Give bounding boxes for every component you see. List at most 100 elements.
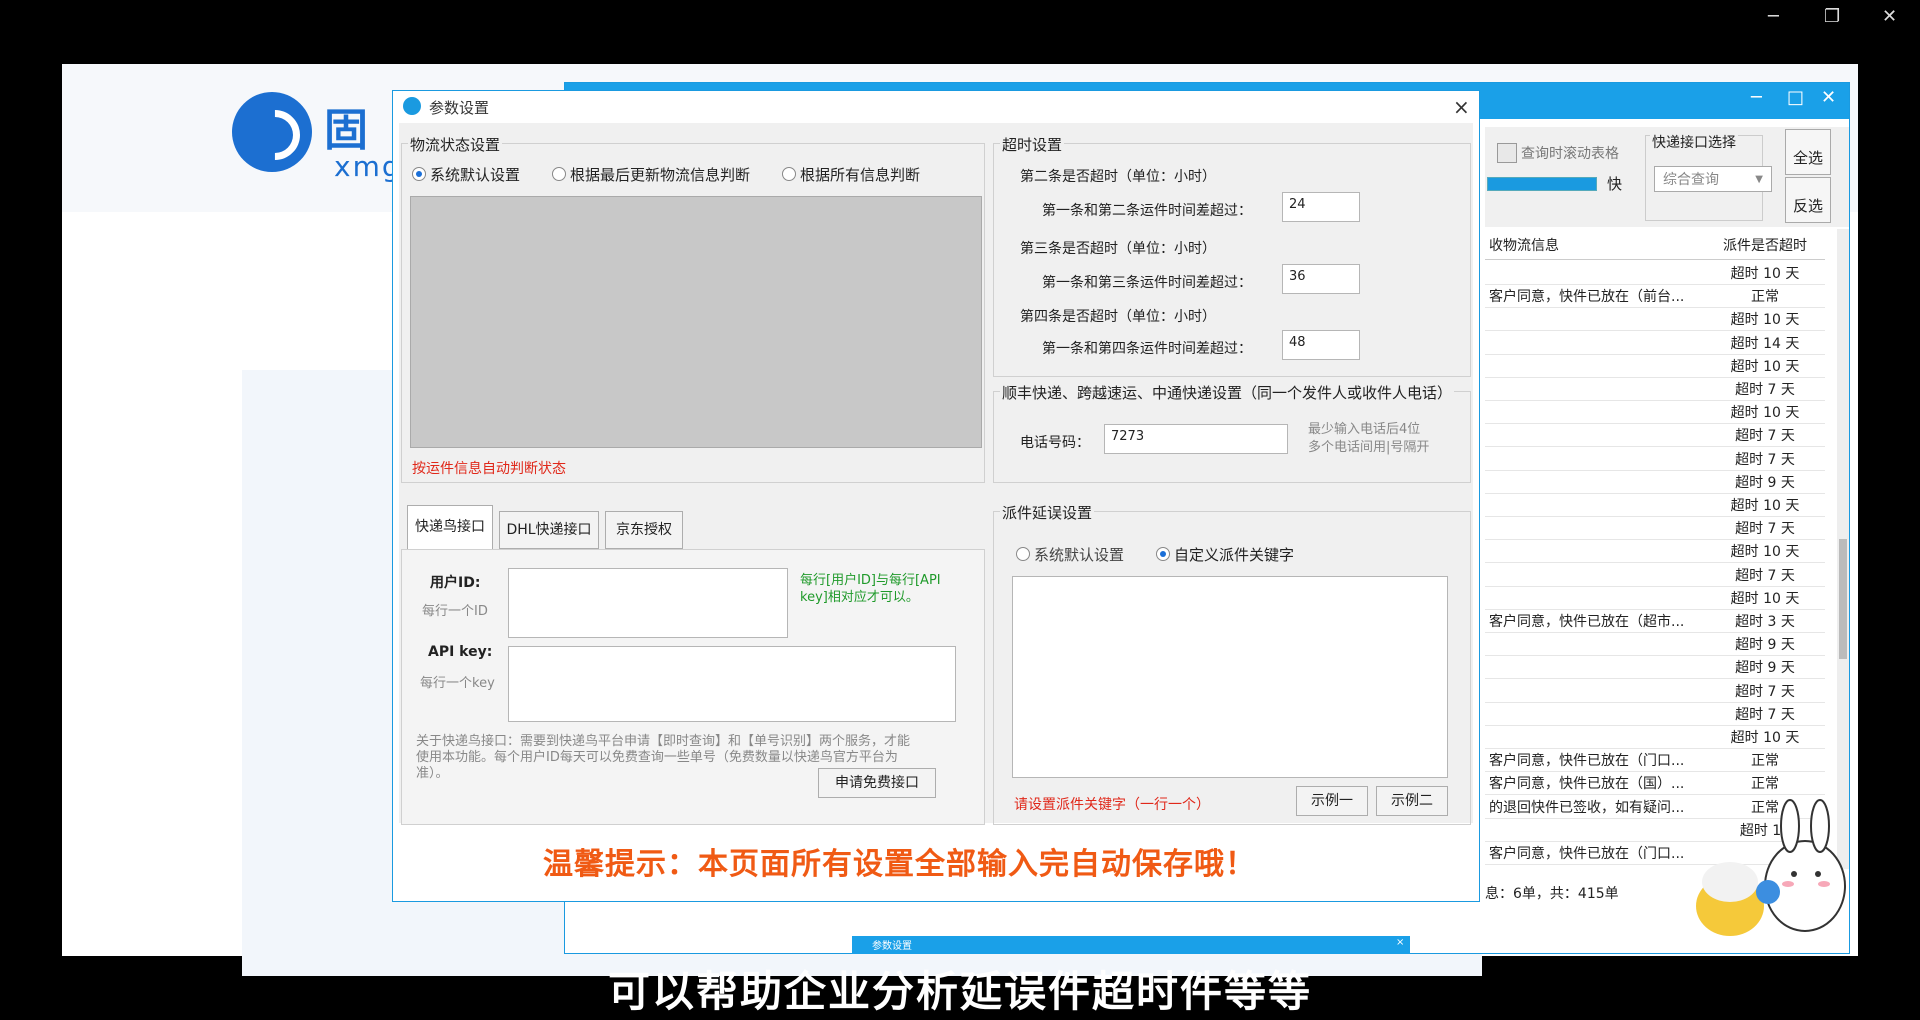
row-timeout-cell: 超时 9 天 [1735, 660, 1795, 677]
table-row[interactable]: 超时 10 天 [1485, 354, 1825, 378]
row-timeout-cell: 超时 7 天 [1735, 683, 1795, 700]
timeout-q2-label: 第一条和第二条运件时间差超过： [1042, 203, 1252, 219]
example-two-button[interactable]: 示例二 [1376, 786, 1448, 816]
row-info-cell: 客户同意，快件已放在（国）... [1489, 776, 1685, 793]
table-header: 收物流信息 派件是否超时 [1485, 229, 1825, 260]
scrollbar-thumb[interactable] [1839, 539, 1847, 659]
delay-radio-default[interactable]: 系统默认设置 [1016, 544, 1124, 565]
table-row[interactable]: 超时 10 天 [1485, 400, 1825, 425]
column-header-timeout[interactable]: 派件是否超时 [1707, 235, 1823, 255]
row-timeout-cell: 超时 7 天 [1735, 451, 1795, 468]
dialog-title: 参数设置 [429, 99, 490, 117]
timeout-q4-input[interactable]: 48 [1282, 330, 1360, 360]
table-row[interactable]: 客户同意，快件已放在（国）... 正常 [1485, 771, 1825, 796]
api-select-dropdown[interactable]: 综合查询 ▼ [1654, 166, 1772, 192]
row-timeout-cell: 超时 9 天 [1735, 474, 1795, 491]
table-row[interactable]: 超时 10 天 [1485, 307, 1825, 332]
timeout-q3-label: 第一条和第三条运件时间差超过： [1042, 275, 1252, 291]
radio-all-info[interactable]: 根据所有信息判断 [782, 164, 920, 185]
close-icon[interactable]: ✕ [1882, 6, 1897, 27]
table-scrollbar[interactable] [1837, 229, 1849, 869]
row-timeout-cell: 超时 10 天 [1730, 266, 1800, 282]
chevron-down-icon: ▼ [1755, 174, 1763, 185]
row-timeout-cell: 超时 7 天 [1735, 521, 1795, 538]
row-timeout-cell: 正常 [1751, 776, 1779, 793]
table-row[interactable]: 超时 7 天 [1485, 516, 1825, 541]
example-one-button[interactable]: 示例一 [1296, 786, 1368, 816]
select-all-button[interactable]: 全选 [1785, 129, 1831, 175]
table-row[interactable]: 超时 10 天 [1485, 586, 1825, 610]
kdn-hint: 每行[用户ID]与每行[API key]相对应才可以。 [800, 573, 941, 605]
table-row[interactable]: 超时 7 天 [1485, 447, 1825, 471]
table-row[interactable]: 超时 7 天 [1485, 377, 1825, 401]
table-row[interactable]: 超时 10 天 [1485, 539, 1825, 564]
app-maximize-icon[interactable]: □ [1787, 87, 1804, 108]
table-row[interactable]: 超时 9 天 [1485, 632, 1825, 657]
row-info-cell: 客户同意，快件已放在（超市... [1489, 614, 1685, 630]
restore-icon[interactable]: ❐ [1824, 6, 1840, 27]
row-info-cell: 客户同意，快件已放在（门口... [1489, 753, 1685, 770]
table-row[interactable]: 超时 7 天 [1485, 679, 1825, 703]
tab-kdn[interactable]: 快递鸟接口 [407, 505, 493, 549]
minimize-icon[interactable]: ─ [1768, 6, 1779, 27]
table-row[interactable]: 超时 9 天 [1485, 470, 1825, 494]
status-text: 息：6单，共：415单 [1485, 886, 1619, 902]
tab-jd[interactable]: 京东授权 [605, 511, 683, 549]
table-row[interactable]: 超时 14 天 [1485, 331, 1825, 355]
api-select-value: 综合查询 [1663, 172, 1719, 188]
timeout-q3-input[interactable]: 36 [1282, 264, 1360, 294]
table-row[interactable]: 超时 7 天 [1485, 563, 1825, 587]
sf-express-title: 顺丰快递、跨越速运、中通快递设置（同一个发件人或收件人电话） [1000, 382, 1455, 403]
minimized-dialog-preview[interactable]: 参数设置 × [852, 936, 1410, 954]
apply-free-api-button[interactable]: 申请免费接口 [818, 768, 936, 798]
table-row[interactable]: 客户同意，快件已放在（超市... 超时 3 天 [1485, 609, 1825, 633]
app-close-icon[interactable]: ✕ [1821, 87, 1836, 108]
query-controls: 查询时滚动表格 快 快递接口选择 综合查询 ▼ 全选 反选 [1485, 127, 1849, 227]
row-timeout-cell: 超时 10 天 [1730, 312, 1800, 329]
table-row[interactable]: 超时 10 天 [1485, 261, 1825, 285]
logo-icon [232, 92, 312, 172]
settings-icon [403, 97, 421, 115]
timeout-q4-label: 第一条和第四条运件时间差超过： [1042, 341, 1252, 357]
tab-dhl[interactable]: DHL快递接口 [499, 511, 599, 549]
timeout-q3-heading: 第三条是否超时（单位：小时） [1020, 241, 1216, 257]
column-header-info[interactable]: 收物流信息 [1489, 235, 1699, 255]
scroll-table-checkbox[interactable] [1497, 143, 1517, 163]
minimized-close-icon[interactable]: × [1396, 937, 1404, 948]
timeout-q4-heading: 第四条是否超时（单位：小时） [1020, 309, 1216, 325]
row-timeout-cell: 超时 10 天 [1730, 358, 1800, 375]
logistics-status-title: 物流状态设置 [408, 134, 503, 155]
phone-input[interactable]: 7273 [1104, 424, 1288, 454]
api-key-label: API key: [428, 644, 493, 660]
table-row[interactable]: 超时 10 天 [1485, 725, 1825, 749]
row-timeout-cell: 正常 [1751, 289, 1779, 306]
timeout-title: 超时设置 [1000, 134, 1065, 155]
app-minimize-icon[interactable]: ─ [1751, 87, 1762, 108]
delivery-delay-title: 派件延误设置 [1000, 502, 1095, 523]
video-subtitle: 可以帮助企业分析延误件超时件等等 [607, 967, 1312, 1016]
user-id-sub: 每行一个ID [422, 604, 488, 619]
table-row[interactable]: 超时 9 天 [1485, 655, 1825, 680]
minimized-dialog-title: 参数设置 [872, 941, 912, 952]
table-row[interactable]: 客户同意，快件已放在（前台... 正常 [1485, 284, 1825, 309]
timeout-q2-input[interactable]: 24 [1282, 192, 1360, 222]
delivery-delay-group: 派件延误设置 系统默认设置 自定义派件关键字 请设置派件关键字（一行一个） 示例… [993, 502, 1471, 825]
logistics-note: 按运件信息自动判断状态 [412, 461, 566, 477]
delay-radio-custom[interactable]: 自定义派件关键字 [1156, 544, 1294, 565]
user-id-textarea[interactable] [508, 568, 788, 638]
logistics-rules-textarea[interactable] [410, 196, 982, 448]
table-row[interactable]: 超时 7 天 [1485, 423, 1825, 448]
row-timeout-cell: 超时 10 天 [1730, 590, 1800, 607]
dialog-close-button[interactable]: × [1453, 95, 1470, 119]
row-info-cell: 的退回快件已签收，如有疑问... [1489, 799, 1685, 816]
table-row[interactable]: 超时 7 天 [1485, 702, 1825, 726]
query-progress-bar [1487, 177, 1597, 191]
radio-system-default[interactable]: 系统默认设置 [412, 164, 520, 185]
table-row[interactable]: 超时 10 天 [1485, 493, 1825, 517]
table-row[interactable]: 客户同意，快件已放在（门口... 正常 [1485, 748, 1825, 773]
radio-last-update[interactable]: 根据最后更新物流信息判断 [552, 164, 750, 185]
delay-keywords-textarea[interactable] [1012, 576, 1448, 778]
invert-select-button[interactable]: 反选 [1785, 177, 1831, 223]
api-key-textarea[interactable] [508, 646, 956, 722]
dialog-titlebar: 参数设置 × [393, 91, 1479, 123]
